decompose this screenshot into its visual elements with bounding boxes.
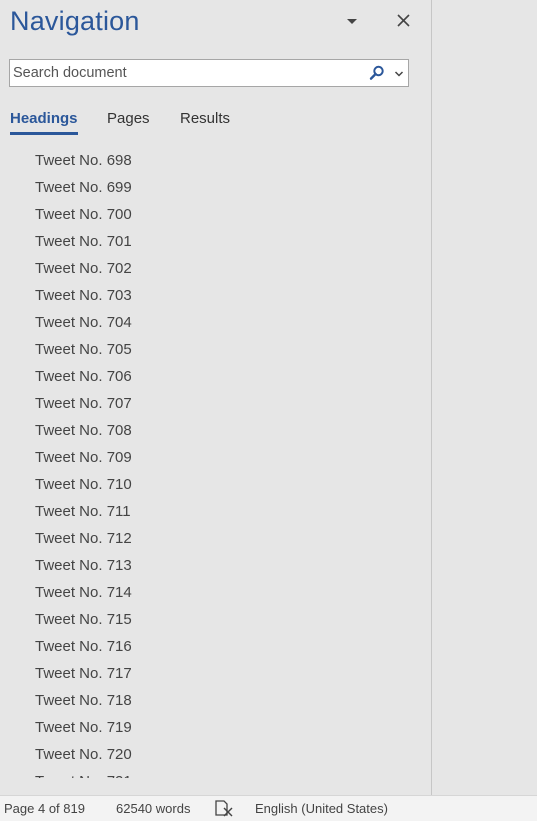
heading-item[interactable]: Tweet No. 698 xyxy=(35,151,132,171)
document-area xyxy=(432,0,537,795)
search-options-button[interactable] xyxy=(393,67,405,79)
heading-item[interactable]: Tweet No. 706 xyxy=(35,367,132,387)
search-input[interactable] xyxy=(12,62,358,84)
heading-item[interactable]: Tweet No. 709 xyxy=(35,448,132,468)
language-indicator[interactable]: English (United States) xyxy=(255,801,388,816)
status-bar: Page 4 of 819 62540 words English (Unite… xyxy=(0,795,537,821)
heading-item[interactable]: Tweet No. 711 xyxy=(35,502,131,522)
pane-title: Navigation xyxy=(10,6,140,36)
search-box xyxy=(9,59,409,87)
tab-pages[interactable]: Pages xyxy=(107,110,150,135)
heading-item[interactable]: Tweet No. 717 xyxy=(35,664,132,684)
heading-item[interactable]: Tweet No. 715 xyxy=(35,610,132,630)
pane-options-button[interactable] xyxy=(343,14,361,30)
search-button[interactable] xyxy=(369,65,385,81)
heading-item[interactable]: Tweet No. 718 xyxy=(35,691,132,711)
heading-item[interactable]: Tweet No. 705 xyxy=(35,340,132,360)
proofing-errors-icon xyxy=(215,800,233,817)
heading-item[interactable]: Tweet No. 716 xyxy=(35,637,132,657)
triangle-down-icon xyxy=(347,19,357,24)
headings-list: Tweet No. 698 Tweet No. 699 Tweet No. 700 T… xyxy=(0,148,431,778)
heading-item[interactable]: Tweet No. 703 xyxy=(35,286,132,306)
heading-item[interactable]: Tweet No. 713 xyxy=(35,556,132,576)
word-count[interactable]: 62540 words xyxy=(116,801,190,816)
tab-results[interactable]: Results xyxy=(180,110,230,135)
proofing-button[interactable] xyxy=(214,800,234,817)
heading-item[interactable]: Tweet No. 721 xyxy=(35,772,132,778)
heading-item[interactable]: Tweet No. 702 xyxy=(35,259,132,279)
heading-item[interactable]: Tweet No. 719 xyxy=(35,718,132,738)
navigation-pane: Navigation Headings Pages Results Tw xyxy=(0,0,431,795)
tab-headings[interactable]: Headings xyxy=(10,110,78,135)
heading-item[interactable]: Tweet No. 707 xyxy=(35,394,132,414)
heading-item[interactable]: Tweet No. 712 xyxy=(35,529,132,549)
heading-item[interactable]: Tweet No. 720 xyxy=(35,745,132,765)
heading-item[interactable]: Tweet No. 708 xyxy=(35,421,132,441)
page-count[interactable]: Page 4 of 819 xyxy=(4,801,85,816)
heading-item[interactable]: Tweet No. 704 xyxy=(35,313,132,333)
heading-item[interactable]: Tweet No. 714 xyxy=(35,583,132,603)
magnifier-icon xyxy=(369,65,384,80)
close-pane-button[interactable] xyxy=(394,11,414,31)
close-icon xyxy=(397,14,410,27)
heading-item[interactable]: Tweet No. 710 xyxy=(35,475,132,495)
heading-item[interactable]: Tweet No. 699 xyxy=(35,178,132,198)
heading-item[interactable]: Tweet No. 701 xyxy=(35,232,132,252)
heading-item[interactable]: Tweet No. 700 xyxy=(35,205,132,225)
chevron-down-icon xyxy=(394,71,404,77)
navigation-tabs: Headings Pages Results xyxy=(0,108,431,144)
